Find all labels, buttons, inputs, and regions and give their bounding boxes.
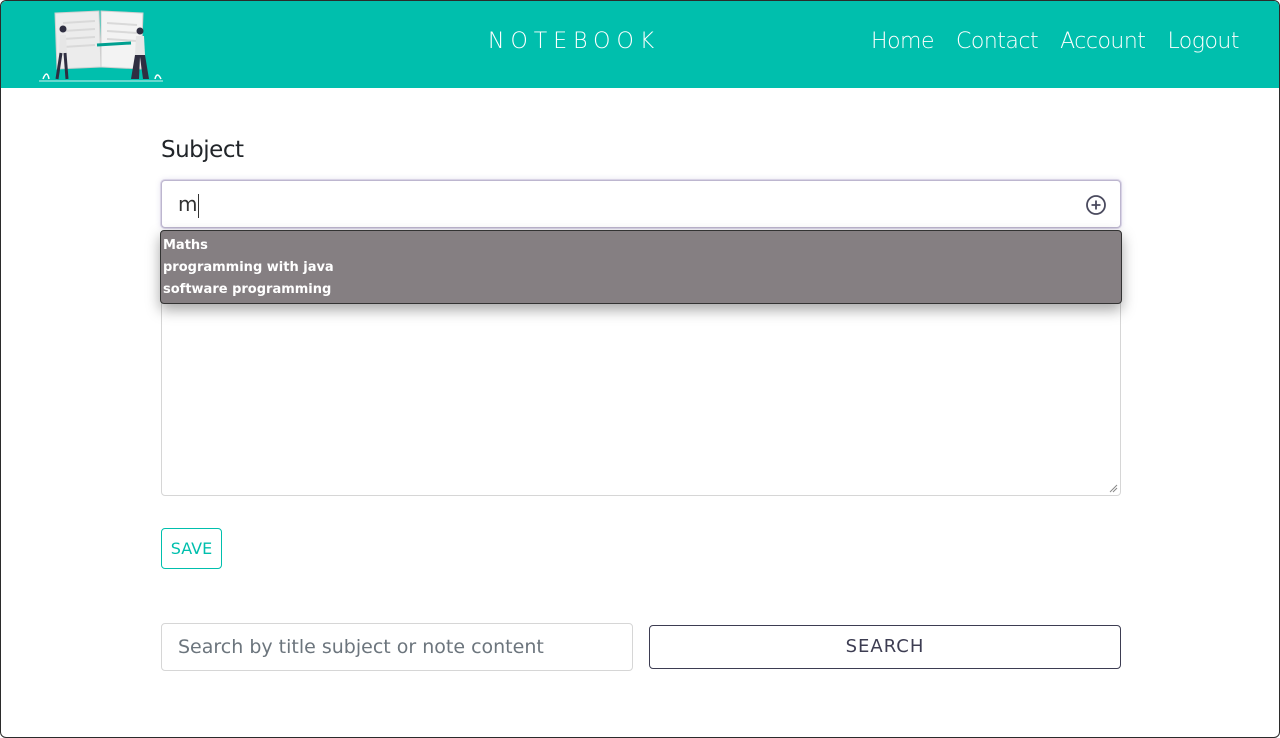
search-input[interactable]: Search by title subject or note content <box>161 623 633 671</box>
nav-link-contact[interactable]: Contact <box>956 29 1039 54</box>
nav-link-account[interactable]: Account <box>1060 29 1146 54</box>
nav-link-home[interactable]: Home <box>871 29 934 54</box>
suggestion-item[interactable]: programming with java <box>161 257 1121 279</box>
subject-label: Subject <box>161 137 244 163</box>
subject-input[interactable]: m <box>161 180 1121 228</box>
note-content-textarea[interactable] <box>161 293 1121 496</box>
text-caret <box>198 193 200 218</box>
plus-circle-icon[interactable] <box>1085 194 1107 216</box>
top-navbar: NOTEBOOK Home Contact Account Logout <box>1 1 1279 88</box>
suggestion-item[interactable]: software programming <box>161 279 1121 301</box>
subject-input-value: m <box>178 192 200 218</box>
suggestion-item[interactable]: Maths <box>161 235 1121 257</box>
save-button[interactable]: SAVE <box>161 528 222 569</box>
subject-suggestions-dropdown: Maths programming with java software pro… <box>160 230 1122 304</box>
nav-link-logout[interactable]: Logout <box>1167 29 1239 54</box>
nav-menu: Home Contact Account Logout <box>871 29 1239 54</box>
search-button[interactable]: SEARCH <box>649 625 1121 669</box>
brand-title: NOTEBOOK <box>488 29 661 54</box>
resize-grip-icon[interactable] <box>1109 484 1118 493</box>
notebook-logo-illustration[interactable] <box>39 7 163 83</box>
app-window: NOTEBOOK Home Contact Account Logout Sub… <box>0 0 1280 738</box>
